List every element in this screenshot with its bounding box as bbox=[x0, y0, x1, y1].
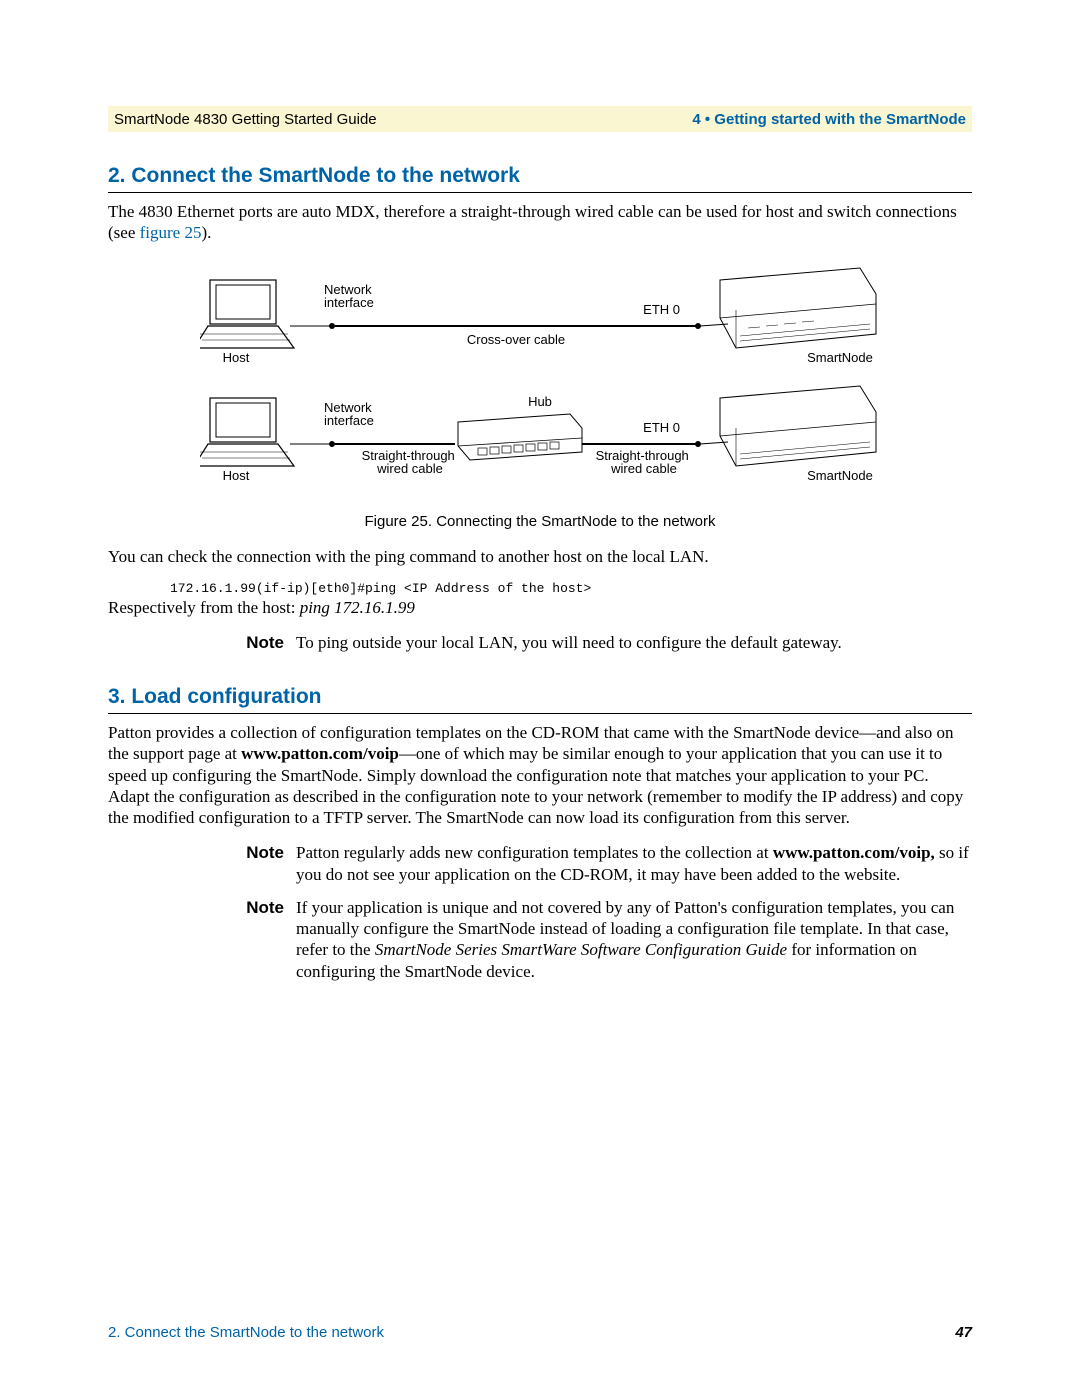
hub-label: Hub bbox=[528, 394, 552, 409]
ni-label-bottom: Network interface bbox=[324, 400, 375, 428]
text: Respectively from the host: bbox=[108, 598, 300, 617]
code-ping: 172.16.1.99(if-ip)[eth0]#ping <IP Addres… bbox=[170, 581, 972, 596]
ni-label-top: Network interface bbox=[324, 282, 375, 310]
para-text: The 4830 Ethernet ports are auto MDX, th… bbox=[108, 202, 957, 242]
italic-title: SmartNode Series SmartWare Software Conf… bbox=[375, 940, 787, 959]
page-number: 47 bbox=[955, 1324, 972, 1341]
eth0-label-bottom: ETH 0 bbox=[643, 420, 680, 435]
section3-heading: 3. Load configuration bbox=[108, 685, 972, 709]
ping-cmd: ping 172.16.1.99 bbox=[300, 598, 415, 617]
header-right: 4 • Getting started with the SmartNode bbox=[692, 111, 966, 128]
section2-rule bbox=[108, 192, 972, 193]
smartnode-label-bottom: SmartNode bbox=[807, 468, 873, 483]
note-label: Note bbox=[228, 842, 296, 885]
figure-link[interactable]: figure 25 bbox=[140, 223, 202, 242]
laptop-top-icon bbox=[200, 280, 294, 348]
smartnode-top-icon bbox=[720, 268, 876, 348]
section3-para1: Patton provides a collection of configur… bbox=[108, 722, 972, 828]
page: SmartNode 4830 Getting Started Guide 4 •… bbox=[0, 0, 1080, 1397]
crossover-label: Cross-over cable bbox=[467, 332, 565, 347]
cable-left-label: Straight-through wired cable bbox=[362, 448, 459, 476]
note-text: Patton regularly adds new configuration … bbox=[296, 842, 972, 885]
network-diagram: Host Network interface Cross-over cable … bbox=[200, 262, 880, 502]
resp-line: Respectively from the host: ping 172.16.… bbox=[108, 598, 972, 618]
section2-heading: 2. Connect the SmartNode to the network bbox=[108, 164, 972, 188]
para-text: ). bbox=[201, 223, 211, 242]
text: Patton regularly adds new configuration … bbox=[296, 843, 773, 862]
section2-para2: You can check the connection with the pi… bbox=[108, 546, 972, 567]
header-bar: SmartNode 4830 Getting Started Guide 4 •… bbox=[108, 106, 972, 132]
smartnode-bottom-icon bbox=[720, 386, 876, 466]
note-label: Note bbox=[228, 897, 296, 982]
host-label-top: Host bbox=[223, 350, 250, 365]
note-section2: Note To ping outside your local LAN, you… bbox=[228, 632, 972, 653]
connector-dot bbox=[329, 323, 335, 329]
note-section3-1: Note Patton regularly adds new configura… bbox=[228, 842, 972, 885]
note-section3-2: Note If your application is unique and n… bbox=[228, 897, 972, 982]
eth0-label-top: ETH 0 bbox=[643, 302, 680, 317]
laptop-bottom-icon bbox=[200, 398, 294, 466]
section2-para1: The 4830 Ethernet ports are auto MDX, th… bbox=[108, 201, 972, 244]
figure-caption: Figure 25. Connecting the SmartNode to t… bbox=[108, 513, 972, 530]
header-left: SmartNode 4830 Getting Started Guide bbox=[114, 111, 377, 128]
note-label: Note bbox=[228, 632, 296, 653]
url-text: www.patton.com/voip, bbox=[773, 843, 935, 862]
footer: 2. Connect the SmartNode to the network … bbox=[108, 1324, 972, 1341]
note-text: To ping outside your local LAN, you will… bbox=[296, 632, 972, 653]
cable-right-label: Straight-through wired cable bbox=[596, 448, 693, 476]
figure-25: Host Network interface Cross-over cable … bbox=[108, 262, 972, 507]
footer-left: 2. Connect the SmartNode to the network bbox=[108, 1324, 384, 1341]
url-text: www.patton.com/voip bbox=[241, 744, 399, 763]
section3-rule bbox=[108, 713, 972, 714]
note-text: If your application is unique and not co… bbox=[296, 897, 972, 982]
host-label-bottom: Host bbox=[223, 468, 250, 483]
hub-icon bbox=[458, 414, 582, 460]
smartnode-label-top: SmartNode bbox=[807, 350, 873, 365]
